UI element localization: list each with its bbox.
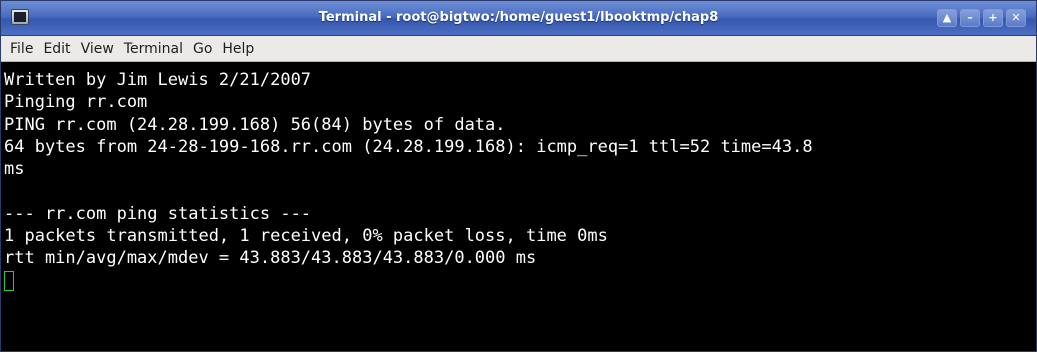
terminal-window: Terminal - root@bigtwo:/home/guest1/lboo…	[0, 0, 1037, 352]
menu-terminal[interactable]: Terminal	[119, 36, 188, 62]
terminal-line: 1 packets transmitted, 1 received, 0% pa…	[4, 226, 608, 247]
terminal-line: ms	[4, 159, 25, 180]
close-button[interactable]: ✕	[1006, 9, 1026, 27]
window-title: Terminal - root@bigtwo:/home/guest1/lboo…	[318, 10, 719, 25]
menu-view[interactable]: View	[76, 36, 119, 62]
text-cursor	[4, 270, 14, 291]
menu-edit[interactable]: Edit	[38, 36, 75, 62]
terminal-line: rtt min/avg/max/mdev = 43.883/43.883/43.…	[4, 248, 537, 269]
shade-button[interactable]: ▲	[937, 9, 957, 27]
terminal-line: Pinging rr.com	[4, 92, 148, 113]
terminal-line: Written by Jim Lewis 2/21/2007	[4, 70, 312, 90]
menu-go[interactable]: Go	[188, 36, 217, 62]
terminal-line: 64 bytes from 24-28-199-168.rr.com (24.2…	[4, 136, 813, 157]
menu-file[interactable]: File	[5, 36, 38, 62]
menu-bar: File Edit View Terminal Go Help	[1, 36, 1036, 62]
terminal-line: --- rr.com ping statistics ---	[4, 203, 312, 224]
minimize-button[interactable]: –	[960, 9, 980, 27]
maximize-button[interactable]: +	[983, 9, 1003, 27]
title-bar[interactable]: Terminal - root@bigtwo:/home/guest1/lboo…	[1, 1, 1036, 36]
prompt-line	[4, 270, 1036, 292]
window-controls: ▲ – + ✕	[937, 9, 1026, 27]
terminal-line: PING rr.com (24.28.199.168) 56(84) bytes…	[4, 114, 506, 135]
terminal-output[interactable]: Written by Jim Lewis 2/21/2007 Pinging r…	[1, 63, 1036, 351]
menu-help[interactable]: Help	[217, 36, 259, 62]
